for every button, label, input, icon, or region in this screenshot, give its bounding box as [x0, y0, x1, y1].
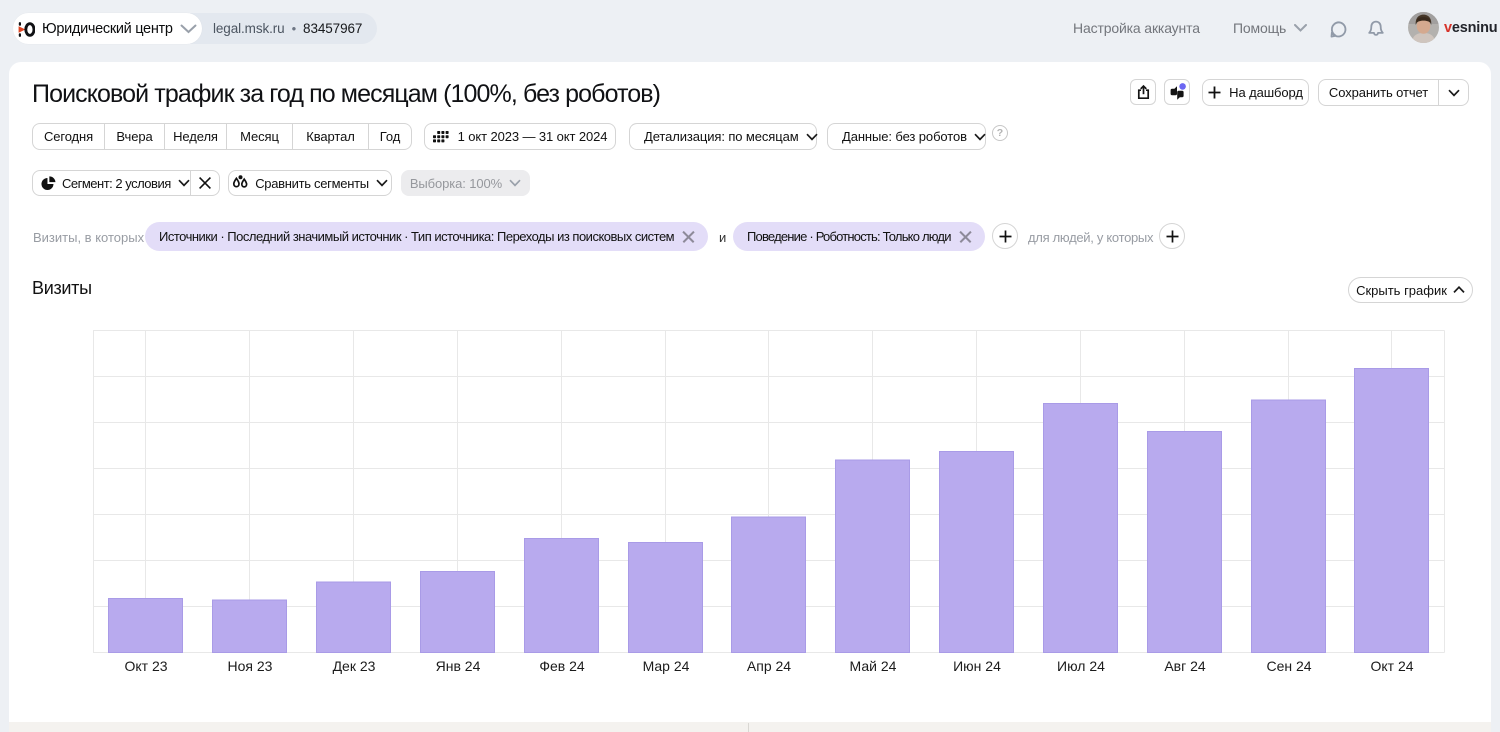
svg-text:Окт 23: Окт 23: [124, 658, 167, 674]
svg-text:Янв 24: Янв 24: [436, 658, 481, 674]
svg-text:Июн 24: Июн 24: [953, 658, 1001, 674]
svg-text:Ноя 23: Ноя 23: [228, 658, 273, 674]
svg-text:Май 24: Май 24: [850, 658, 897, 674]
svg-text:Июл 24: Июл 24: [1057, 658, 1105, 674]
svg-text:Окт 24: Окт 24: [1370, 658, 1413, 674]
svg-text:Фев 24: Фев 24: [539, 658, 585, 674]
svg-text:Мар 24: Мар 24: [643, 658, 690, 674]
svg-text:Дек 23: Дек 23: [333, 658, 376, 674]
svg-text:Авг 24: Авг 24: [1164, 658, 1206, 674]
svg-text:Апр 24: Апр 24: [747, 658, 791, 674]
svg-text:Сен 24: Сен 24: [1266, 658, 1311, 674]
